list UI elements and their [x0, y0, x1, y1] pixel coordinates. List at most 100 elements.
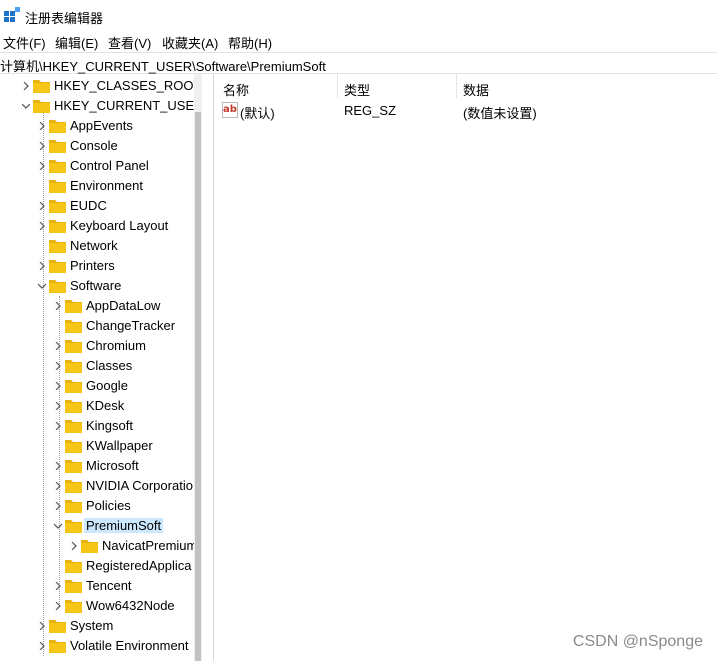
tree-item-appdatalow[interactable]: AppDataLow: [0, 296, 194, 316]
menu-favorites[interactable]: 收藏夹(A): [162, 33, 218, 52]
chevron-right-icon[interactable]: [52, 400, 64, 412]
chevron-right-icon[interactable]: [52, 300, 64, 312]
tree-item-label[interactable]: AppEvents: [68, 118, 135, 133]
tree-item-label[interactable]: Console: [68, 138, 120, 153]
chevron-right-icon[interactable]: [52, 420, 64, 432]
scrollbar-thumb[interactable]: [195, 112, 201, 661]
chevron-right-icon[interactable]: [52, 480, 64, 492]
tree-item-label[interactable]: Microsoft: [84, 458, 141, 473]
folder-open-icon: [65, 520, 82, 533]
chevron-down-icon[interactable]: [36, 280, 48, 292]
tree-item-label[interactable]: ChangeTracker: [84, 318, 177, 333]
menu-view[interactable]: 查看(V): [108, 33, 151, 52]
menu-file[interactable]: 文件(F): [3, 33, 46, 52]
tree-item-label[interactable]: Kingsoft: [84, 418, 135, 433]
tree-item-kwallpaper[interactable]: KWallpaper: [0, 436, 194, 456]
tree-scrollbar[interactable]: [194, 74, 202, 661]
tree-item-policies[interactable]: Policies: [0, 496, 194, 516]
chevron-right-icon[interactable]: [52, 500, 64, 512]
watermark: CSDN @nSponge: [572, 633, 703, 650]
tree-item-label[interactable]: Tencent: [84, 578, 134, 593]
pane-splitter[interactable]: [213, 74, 214, 661]
tree-item-system[interactable]: System: [0, 616, 194, 636]
tree-item-hkey-current-user[interactable]: HKEY_CURRENT_USER: [0, 96, 194, 116]
tree-item-chromium[interactable]: Chromium: [0, 336, 194, 356]
tree-item-label[interactable]: KDesk: [84, 398, 126, 413]
tree-item-tencent[interactable]: Tencent: [0, 576, 194, 596]
tree-item-label[interactable]: HKEY_CURRENT_USER: [52, 98, 194, 113]
tree-item-label[interactable]: KWallpaper: [84, 438, 155, 453]
chevron-right-icon[interactable]: [52, 600, 64, 612]
address-bar[interactable]: 计算机\HKEY_CURRENT_USER\Software\PremiumSo…: [0, 52, 717, 74]
tree-item-volatile-environment[interactable]: Volatile Environment: [0, 636, 194, 656]
tree-item-hkey-classes-root[interactable]: HKEY_CLASSES_ROOT: [0, 76, 194, 96]
tree-item-console[interactable]: Console: [0, 136, 194, 156]
chevron-right-icon[interactable]: [36, 140, 48, 152]
tree-item-label[interactable]: Environment: [68, 178, 145, 193]
tree-item-label[interactable]: System: [68, 618, 115, 633]
tree-item-kdesk[interactable]: KDesk: [0, 396, 194, 416]
chevron-right-icon[interactable]: [52, 360, 64, 372]
tree-item-eudc[interactable]: EUDC: [0, 196, 194, 216]
tree-item-registeredapplications[interactable]: RegisteredApplica: [0, 556, 194, 576]
tree-item-printers[interactable]: Printers: [0, 256, 194, 276]
chevron-right-icon[interactable]: [52, 460, 64, 472]
folder-icon: [65, 600, 82, 613]
tree-item-label[interactable]: NavicatPremium: [100, 538, 194, 553]
tree-item-label[interactable]: Control Panel: [68, 158, 151, 173]
menu-edit[interactable]: 编辑(E): [55, 33, 98, 52]
tree-item-label[interactable]: Classes: [84, 358, 134, 373]
tree-item-environment[interactable]: Environment: [0, 176, 194, 196]
tree-item-label[interactable]: Chromium: [84, 338, 148, 353]
chevron-right-icon[interactable]: [36, 120, 48, 132]
chevron-right-icon[interactable]: [20, 80, 32, 92]
column-header-type[interactable]: 类型: [338, 74, 456, 98]
chevron-down-icon[interactable]: [20, 100, 32, 112]
tree-item-wow6432node[interactable]: Wow6432Node: [0, 596, 194, 616]
tree-item-label[interactable]: Network: [68, 238, 120, 253]
column-header-data[interactable]: 数据: [457, 74, 717, 98]
chevron-right-icon[interactable]: [52, 340, 64, 352]
tree-item-label[interactable]: EUDC: [68, 198, 109, 213]
tree-item-network[interactable]: Network: [0, 236, 194, 256]
tree-item-label[interactable]: AppDataLow: [84, 298, 162, 313]
chevron-right-icon[interactable]: [36, 620, 48, 632]
tree-item-label[interactable]: Policies: [84, 498, 133, 513]
tree-item-appevents[interactable]: AppEvents: [0, 116, 194, 136]
tree-item-control-panel[interactable]: Control Panel: [0, 156, 194, 176]
chevron-right-icon[interactable]: [52, 580, 64, 592]
menu-help[interactable]: 帮助(H): [228, 33, 272, 52]
tree-item-navicatpremium[interactable]: NavicatPremium: [0, 536, 194, 556]
tree-item-kingsoft[interactable]: Kingsoft: [0, 416, 194, 436]
tree-item-changetracker[interactable]: ChangeTracker: [0, 316, 194, 336]
chevron-right-icon[interactable]: [36, 640, 48, 652]
tree-item-nvidia-corporation[interactable]: NVIDIA Corporatio: [0, 476, 194, 496]
tree-item-label[interactable]: Printers: [68, 258, 117, 273]
tree-item-label-selected[interactable]: PremiumSoft: [84, 518, 164, 533]
column-header-name[interactable]: 名称: [217, 74, 337, 98]
tree-item-software[interactable]: Software: [0, 276, 194, 296]
tree-item-google[interactable]: Google: [0, 376, 194, 396]
tree-item-label[interactable]: Software: [68, 278, 123, 293]
folder-icon: [49, 260, 66, 273]
tree-item-premiumsoft[interactable]: PremiumSoft: [0, 516, 194, 536]
address-path[interactable]: 计算机\HKEY_CURRENT_USER\Software\PremiumSo…: [0, 56, 326, 75]
tree-item-label[interactable]: RegisteredApplica: [84, 558, 194, 573]
chevron-right-icon[interactable]: [36, 260, 48, 272]
chevron-right-icon[interactable]: [68, 540, 80, 552]
tree-item-label[interactable]: HKEY_CLASSES_ROOT: [52, 78, 194, 93]
tree-item-label[interactable]: Wow6432Node: [84, 598, 177, 613]
chevron-right-icon[interactable]: [52, 380, 64, 392]
chevron-right-icon[interactable]: [36, 200, 48, 212]
tree-item-label[interactable]: NVIDIA Corporatio: [84, 478, 194, 493]
tree-item-classes[interactable]: Classes: [0, 356, 194, 376]
tree-item-label[interactable]: Keyboard Layout: [68, 218, 170, 233]
chevron-down-icon[interactable]: [52, 520, 64, 532]
tree-item-keyboard-layout[interactable]: Keyboard Layout: [0, 216, 194, 236]
list-item[interactable]: ab (默认) REG_SZ (数值未设置): [217, 100, 717, 121]
tree-item-label[interactable]: Google: [84, 378, 130, 393]
tree-item-microsoft[interactable]: Microsoft: [0, 456, 194, 476]
chevron-right-icon[interactable]: [36, 160, 48, 172]
tree-item-label[interactable]: Volatile Environment: [68, 638, 191, 653]
chevron-right-icon[interactable]: [36, 220, 48, 232]
